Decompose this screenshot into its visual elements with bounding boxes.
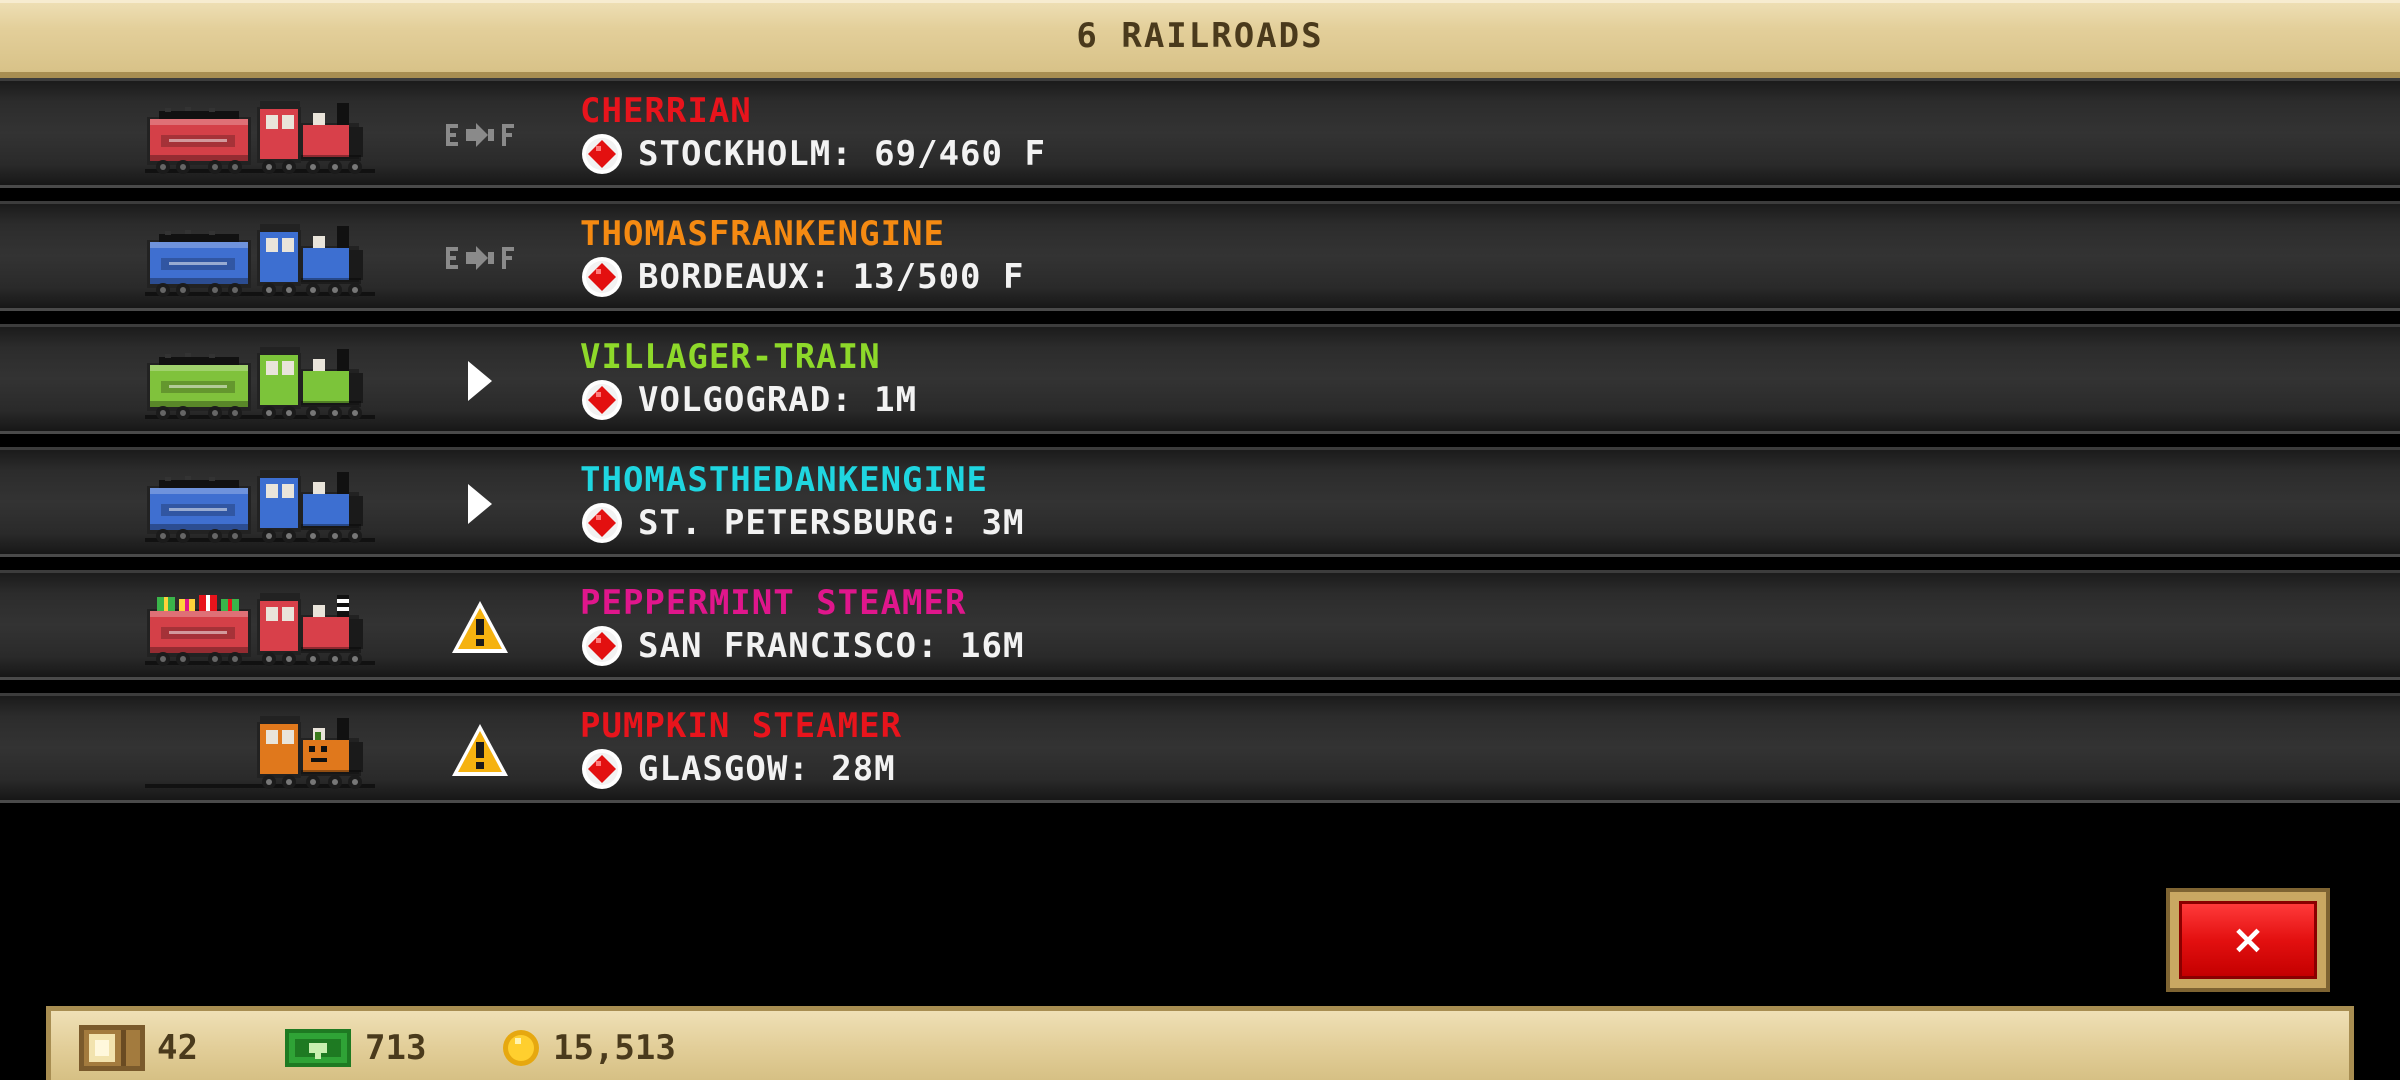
page-title: 6 RAILROADS [1076, 16, 1324, 56]
close-icon: × [2179, 901, 2317, 979]
destination-text: VOLGOGRAD: 1M [638, 380, 918, 420]
train-icon [145, 335, 375, 425]
crates-resource: 42 [79, 1025, 198, 1071]
destination: GLASGOW: 28M [580, 746, 896, 792]
coin-icon [503, 1030, 539, 1066]
railroad-name: CHERRIAN [580, 91, 752, 131]
destination: VOLGOGRAD: 1M [580, 377, 917, 423]
train-icon [145, 212, 375, 302]
destination-marker-icon [582, 380, 622, 420]
destination-text: GLASGOW: 28M [638, 749, 896, 789]
railroad-name: PEPPERMINT STEAMER [580, 583, 967, 623]
warning-icon [440, 724, 520, 776]
train-icon [145, 89, 375, 179]
destination-text: BORDEAUX: 13/500 F [638, 257, 1025, 297]
railroad-row[interactable]: PUMPKIN STEAMER GLASGOW: 28M [0, 693, 2400, 803]
transfer-icon [440, 109, 520, 161]
close-button[interactable]: × [2166, 888, 2330, 992]
close-label: × [2231, 917, 2265, 963]
railroads-screen: 6 RAILROADS CHERRIAN STOCKHOLM: 69/460 F T… [0, 0, 2400, 1080]
railroad-name: THOMASTHEDANKENGINE [580, 460, 988, 500]
coins-resource: 15,513 [501, 1025, 676, 1071]
train-icon [145, 704, 375, 794]
resource-bar: 42 713 15,513 [46, 1006, 2354, 1080]
destination-marker-icon [582, 134, 622, 174]
destination-text: SAN FRANCISCO: 16M [638, 626, 1025, 666]
railroad-row[interactable]: THOMASTHEDANKENGINE ST. PETERSBURG: 3M [0, 447, 2400, 557]
train-icon [145, 581, 375, 671]
play-icon[interactable] [440, 478, 520, 530]
crate-icon [79, 1025, 145, 1071]
destination: ST. PETERSBURG: 3M [580, 500, 1024, 546]
crates-count: 42 [157, 1028, 198, 1068]
cash-resource: 713 [283, 1025, 426, 1071]
cash-count: 713 [365, 1028, 427, 1068]
train-icon [145, 458, 375, 548]
destination-marker-icon [582, 257, 622, 297]
railroad-row[interactable]: VILLAGER-TRAIN VOLGOGRAD: 1M [0, 324, 2400, 434]
destination-marker-icon [582, 503, 622, 543]
destination: BORDEAUX: 13/500 F [580, 254, 1024, 300]
railroad-name: VILLAGER-TRAIN [580, 337, 881, 377]
destination: SAN FRANCISCO: 16M [580, 623, 1024, 669]
destination-marker-icon [582, 626, 622, 666]
destination-text: ST. PETERSBURG: 3M [638, 503, 1025, 543]
railroad-list: CHERRIAN STOCKHOLM: 69/460 F THOMASFRANKEN… [0, 78, 2400, 816]
destination-marker-icon [582, 749, 622, 789]
railroad-name: PUMPKIN STEAMER [580, 706, 903, 746]
railroad-row[interactable]: THOMASFRANKENGINE BORDEAUX: 13/500 F [0, 201, 2400, 311]
warning-icon [440, 601, 520, 653]
play-icon[interactable] [440, 355, 520, 407]
railroad-row[interactable]: PEPPERMINT STEAMER SAN FRANCISCO: 16M [0, 570, 2400, 680]
railroad-name: THOMASFRANKENGINE [580, 214, 945, 254]
destination-text: STOCKHOLM: 69/460 F [638, 134, 1046, 174]
cash-icon [285, 1029, 351, 1067]
header-bar: 6 RAILROADS [0, 0, 2400, 78]
destination: STOCKHOLM: 69/460 F [580, 131, 1046, 177]
transfer-icon [440, 232, 520, 284]
railroad-row[interactable]: CHERRIAN STOCKHOLM: 69/460 F [0, 78, 2400, 188]
coins-count: 15,513 [553, 1028, 676, 1068]
